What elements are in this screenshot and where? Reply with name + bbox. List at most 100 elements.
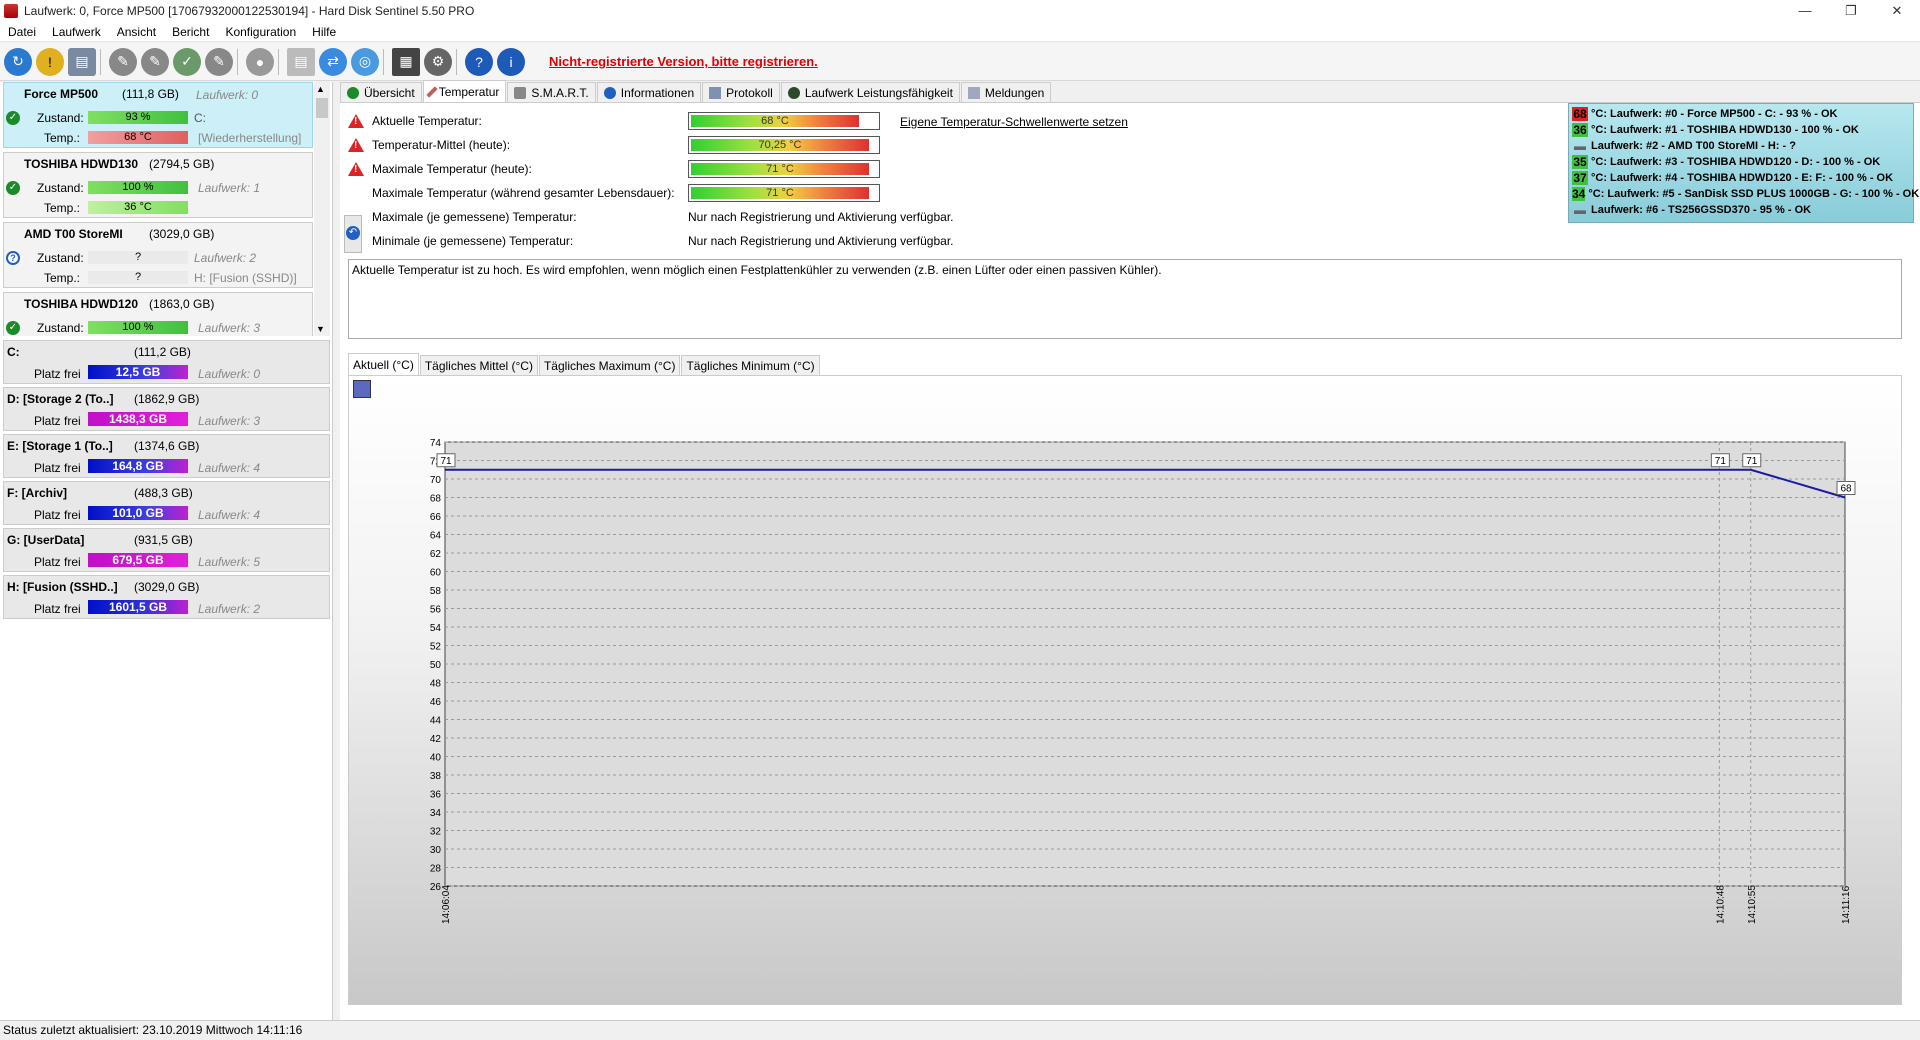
refresh-icon[interactable]: ↻ bbox=[4, 47, 32, 76]
volume-item[interactable]: F: [Archiv] (488,3 GB) Platz frei 101,0 … bbox=[3, 481, 330, 525]
stop-icon[interactable]: ● bbox=[246, 47, 274, 76]
drive-volume: Laufwerk: 3 bbox=[198, 321, 261, 335]
temp-row-label: Minimale (je gemessene) Temperatur: bbox=[372, 234, 574, 248]
tab-label: Laufwerk Leistungsfähigkeit bbox=[804, 85, 953, 100]
y-tick-label: 66 bbox=[430, 512, 442, 523]
temp-row: Maximale Temperatur (heute): bbox=[348, 159, 532, 179]
volume-item[interactable]: D: [Storage 2 (To..] (1862,9 GB) Platz f… bbox=[3, 387, 330, 431]
y-tick-label: 36 bbox=[430, 790, 442, 801]
y-tick-label: 46 bbox=[430, 697, 442, 708]
register-link[interactable]: Nicht-registrierte Version, bitte regist… bbox=[549, 54, 818, 69]
monitor-icon[interactable]: ▦ bbox=[392, 47, 420, 76]
drive-name: TOSHIBA HDWD130 bbox=[24, 157, 139, 171]
threshold-link[interactable]: Eigene Temperatur-Schwellenwerte setzen bbox=[900, 115, 1128, 129]
tab-daily-average[interactable]: Tägliches Mittel (°C) bbox=[419, 355, 538, 375]
temperature-chart: 26 28 30 32 34 36 38 40 42 44 46 48 50 52 54 56 58 60 62 64… bbox=[430, 438, 1856, 924]
popup-text: °C: Laufwerk: #5 - SanDisk SSD PLUS 1000… bbox=[1588, 188, 1920, 200]
x-tick-label: 14:11:16 bbox=[1841, 885, 1852, 924]
free-bar: 12,5 GB bbox=[88, 365, 188, 379]
scroll-thumb[interactable] bbox=[316, 98, 328, 118]
drive-list: Force MP500 (111,8 GB) Laufwerk: 0 ✓ Zus… bbox=[0, 82, 330, 336]
volume-name: G: [UserData] bbox=[7, 533, 85, 547]
drive-item[interactable]: AMD T00 StoreMI (3029,0 GB) ? Zustand: ?… bbox=[3, 222, 313, 288]
tab-overview[interactable]: Übersicht bbox=[340, 82, 422, 102]
status-bar: Status zuletzt aktualisiert: 23.10.2019 … bbox=[0, 1020, 1920, 1040]
tab-performance[interactable]: Laufwerk Leistungsfähigkeit bbox=[780, 82, 960, 102]
tab-information[interactable]: Informationen bbox=[596, 82, 702, 102]
toolbar: ↻ ! ▤ ✎ ✎ ✓ ✎ ● ▤ ⇄ ◎ ▦ ⚙ ? i Nicht-regi… bbox=[0, 43, 1920, 81]
arrow-icon: ↶ bbox=[346, 226, 360, 240]
temp-bar: 36 °C bbox=[88, 201, 188, 214]
drive-icon[interactable]: ▤ bbox=[68, 47, 96, 76]
drive-item[interactable]: Force MP500 (111,8 GB) Laufwerk: 0 ✓ Zus… bbox=[3, 82, 313, 148]
volume-item[interactable]: H: [Fusion (SSHD..] (3029,0 GB) Platz fr… bbox=[3, 575, 330, 619]
network-icon[interactable]: ◎ bbox=[351, 47, 379, 76]
popup-row: 36 °C: Laufwerk: #1 - TOSHIBA HDWD130 - 1… bbox=[1569, 122, 1913, 138]
y-tick-label: 64 bbox=[430, 531, 442, 542]
info-icon[interactable]: i bbox=[497, 47, 525, 76]
volume-name: F: [Archiv] bbox=[7, 486, 67, 500]
y-tick-label: 50 bbox=[430, 660, 442, 671]
report-icon[interactable]: ▤ bbox=[287, 47, 315, 76]
drive-item[interactable]: TOSHIBA HDWD120 (1863,0 GB) ✓ Zustand: 1… bbox=[3, 292, 313, 336]
temp-gauge-value: 71 °C bbox=[691, 187, 869, 199]
volume-item[interactable]: E: [Storage 1 (To..] (1374,6 GB) Platz f… bbox=[3, 434, 330, 478]
free-label: Platz frei bbox=[34, 367, 81, 381]
y-tick-label: 74 bbox=[430, 438, 442, 449]
y-tick-label: 40 bbox=[430, 753, 442, 764]
temp-gauge: 71 °C bbox=[688, 184, 880, 202]
maximize-button[interactable]: ❐ bbox=[1828, 0, 1874, 22]
alert-icon[interactable]: ! bbox=[36, 47, 64, 76]
free-bar: 1601,5 GB bbox=[88, 600, 188, 614]
tab-smart[interactable]: S.M.A.R.T. bbox=[507, 82, 596, 102]
test-ok-icon[interactable]: ✎ bbox=[141, 47, 169, 76]
drive-item[interactable]: TOSHIBA HDWD130 (2794,5 GB) ✓ Zustand: 1… bbox=[3, 152, 313, 218]
drive-icon: ▬ bbox=[1574, 139, 1586, 153]
test-check-icon[interactable]: ✓ bbox=[173, 47, 201, 76]
menu-ansicht[interactable]: Ansicht bbox=[109, 25, 164, 39]
smart-icon bbox=[514, 86, 527, 99]
thermometer-icon bbox=[426, 85, 438, 98]
close-button[interactable]: ✕ bbox=[1874, 0, 1920, 22]
menu-laufwerk[interactable]: Laufwerk bbox=[44, 25, 109, 39]
help-icon[interactable]: ? bbox=[465, 47, 493, 76]
volume-disk: Laufwerk: 4 bbox=[198, 508, 261, 522]
tab-alerts[interactable]: Meldungen bbox=[960, 82, 1052, 102]
scroll-up-icon[interactable]: ▲ bbox=[316, 84, 325, 94]
popup-row: 37 °C: Laufwerk: #4 - TOSHIBA HDWD120 - E… bbox=[1569, 170, 1913, 186]
warning-icon bbox=[348, 114, 364, 128]
menu-konfiguration[interactable]: Konfiguration bbox=[217, 25, 304, 39]
sync-icon[interactable]: ⇄ bbox=[319, 47, 347, 76]
tab-daily-minimum[interactable]: Tägliches Minimum (°C) bbox=[681, 355, 820, 375]
volume-item[interactable]: C: (111,2 GB) Platz frei 12,5 GB Laufwer… bbox=[3, 340, 330, 384]
question-icon: ? bbox=[6, 251, 20, 265]
temp-row-label: Aktuelle Temperatur: bbox=[372, 114, 482, 128]
temp-gauge: 71 °C bbox=[688, 160, 880, 178]
test-cancel-icon[interactable]: ✎ bbox=[205, 47, 233, 76]
y-tick-label: 52 bbox=[430, 642, 442, 653]
tab-daily-maximum[interactable]: Tägliches Maximum (°C) bbox=[538, 355, 681, 375]
state-bar: 100 % bbox=[88, 321, 188, 334]
popup-temp: 68 bbox=[1572, 107, 1588, 121]
tab-current[interactable]: Aktuell (°C) bbox=[348, 353, 419, 375]
app-icon bbox=[4, 4, 18, 18]
state-bar: 100 % bbox=[88, 181, 188, 194]
expand-button[interactable]: ↶ bbox=[344, 215, 362, 253]
tab-temperature[interactable]: Temperatur bbox=[422, 80, 507, 102]
drive-size: (2794,5 GB) bbox=[149, 157, 215, 171]
menu-hilfe[interactable]: Hilfe bbox=[304, 25, 344, 39]
scroll-down-icon[interactable]: ▼ bbox=[316, 324, 325, 334]
menu-bericht[interactable]: Bericht bbox=[164, 25, 217, 39]
drive-list-scrollbar[interactable]: ▲ ▼ bbox=[314, 82, 330, 336]
test-icon[interactable]: ✎ bbox=[109, 47, 137, 76]
x-tick-label: 14:10:48 bbox=[1715, 885, 1726, 924]
settings-icon[interactable]: ⚙ bbox=[424, 47, 452, 76]
y-tick-label: 56 bbox=[430, 605, 442, 616]
tab-label: Übersicht bbox=[364, 85, 415, 100]
warning-icon bbox=[348, 162, 364, 176]
minimize-button[interactable]: — bbox=[1782, 0, 1828, 22]
menu-datei[interactable]: Datei bbox=[0, 25, 44, 39]
volume-item[interactable]: G: [UserData] (931,5 GB) Platz frei 679,… bbox=[3, 528, 330, 572]
tab-log[interactable]: Protokoll bbox=[702, 82, 780, 102]
state-bar: 93 % bbox=[88, 111, 188, 124]
